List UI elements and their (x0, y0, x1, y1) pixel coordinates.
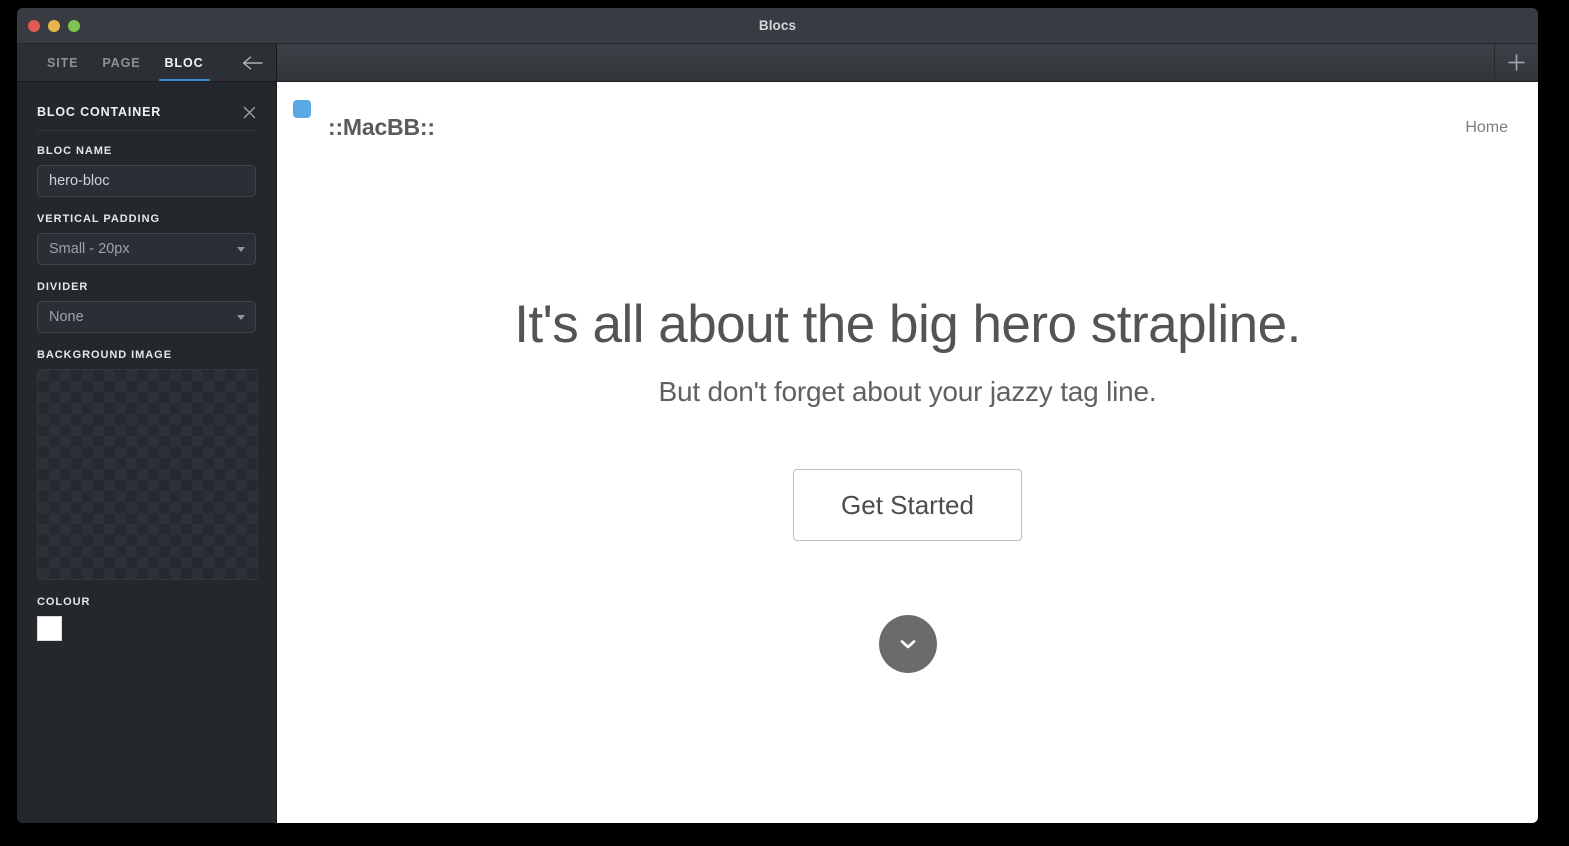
maximize-window-button[interactable] (68, 20, 80, 32)
colour-label: COLOUR (37, 596, 91, 608)
app-window: Blocs SITE PAGE BLOC BLOC CONTAINER BLOC… (17, 8, 1538, 823)
field-colour: COLOUR (37, 596, 256, 641)
field-divider: DIVIDER None (37, 281, 256, 333)
background-image-well[interactable] (37, 369, 258, 580)
sidebar-tabbar: SITE PAGE BLOC (17, 44, 276, 82)
hero-bloc[interactable]: It's all about the big hero strapline. B… (277, 155, 1538, 823)
close-icon (243, 106, 255, 118)
get-started-button[interactable]: Get Started (793, 469, 1022, 542)
field-background-image: BACKGROUND IMAGE (37, 349, 258, 580)
chevron-down-icon (900, 640, 915, 649)
arrow-left-icon (242, 56, 263, 69)
nav-link-home[interactable]: Home (1465, 119, 1508, 137)
panel-close-button[interactable] (240, 103, 258, 121)
add-bloc-button[interactable] (1494, 44, 1538, 81)
plus-icon (1508, 54, 1525, 71)
background-image-label: BACKGROUND IMAGE (37, 349, 172, 361)
tab-site[interactable]: SITE (35, 44, 90, 81)
tab-bloc[interactable]: BLOC (153, 44, 216, 81)
brand-name: ::MacBB:: (328, 113, 435, 140)
main-area: ::MacBB:: Home It's all about the big he… (277, 44, 1538, 823)
traffic-light-group (28, 8, 80, 44)
back-button[interactable] (230, 44, 276, 81)
tab-page[interactable]: PAGE (90, 44, 152, 81)
sidebar: SITE PAGE BLOC BLOC CONTAINER BLOC NAME … (17, 44, 277, 823)
scroll-down-button[interactable] (878, 615, 937, 674)
divider-value: None (37, 301, 256, 333)
window-body: SITE PAGE BLOC BLOC CONTAINER BLOC NAME … (17, 44, 1538, 823)
panel-header: BLOC CONTAINER (17, 94, 276, 130)
window-title: Blocs (758, 18, 797, 33)
field-bloc-name: BLOC NAME (37, 145, 256, 197)
bloc-name-input[interactable] (37, 165, 256, 197)
site-navbar: ::MacBB:: Home (277, 82, 1538, 155)
canvas-toolbar (277, 44, 1538, 82)
close-window-button[interactable] (28, 20, 40, 32)
hero-subtitle[interactable]: But don't forget about your jazzy tag li… (659, 376, 1157, 408)
panel-title: BLOC CONTAINER (37, 105, 162, 119)
minimize-window-button[interactable] (48, 20, 60, 32)
vertical-padding-label: VERTICAL PADDING (37, 213, 160, 225)
brand-area[interactable]: ::MacBB:: (293, 97, 435, 141)
nav-links: Home (1465, 119, 1508, 137)
hero-headline[interactable]: It's all about the big hero strapline. (514, 295, 1301, 354)
brand-logo-icon (293, 99, 311, 118)
divider-select[interactable]: None (37, 301, 256, 333)
chevron-down-icon (237, 247, 245, 252)
chevron-down-icon (237, 315, 245, 320)
web-canvas[interactable]: ::MacBB:: Home It's all about the big he… (277, 82, 1538, 823)
bloc-name-label: BLOC NAME (37, 145, 113, 157)
field-vertical-padding: VERTICAL PADDING Small - 20px (37, 213, 256, 265)
divider-label: DIVIDER (37, 281, 89, 293)
vertical-padding-value: Small - 20px (37, 233, 256, 265)
title-bar[interactable]: Blocs (17, 8, 1538, 44)
panel-body: BLOC NAME VERTICAL PADDING Small - 20px … (17, 131, 276, 657)
colour-swatch[interactable] (37, 616, 62, 641)
vertical-padding-select[interactable]: Small - 20px (37, 233, 256, 265)
